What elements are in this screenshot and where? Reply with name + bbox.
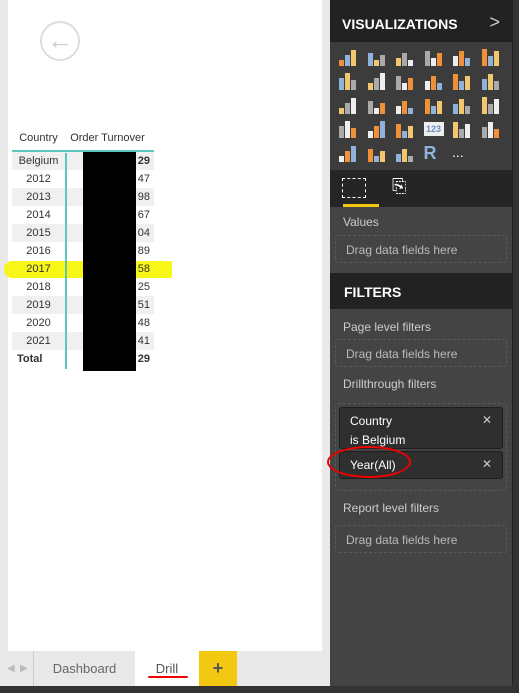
row-label: 2020 (26, 317, 51, 329)
format-paint-roller-icon[interactable]: ⎘ (392, 176, 406, 197)
row-label: 2017 (26, 263, 51, 275)
red-annotation-circle (327, 446, 411, 478)
row-label: 2019 (26, 299, 51, 311)
pane-scrollbar[interactable] (512, 0, 519, 693)
row-label: Belgium (18, 155, 59, 167)
values-label: Values (343, 215, 379, 229)
100-bar-icon[interactable] (452, 48, 472, 66)
waterfall-icon[interactable] (338, 96, 358, 114)
row-label: 2021 (26, 335, 51, 347)
scatter-icon[interactable] (367, 96, 387, 114)
page-tabs-bar: ◀ ▶ Dashboard Drill + (0, 651, 330, 686)
area-icon[interactable] (367, 72, 387, 90)
pie-icon[interactable] (395, 96, 415, 114)
stacked-column-icon[interactable] (367, 48, 387, 66)
page-filters-drop-zone[interactable]: Drag data fields here (335, 339, 507, 367)
back-arrow-icon[interactable]: ← (40, 21, 80, 61)
fields-tab-icon[interactable] (342, 178, 366, 198)
row-label: 2012 (26, 173, 51, 185)
red-underline-annotation (148, 676, 188, 678)
ribbon-icon[interactable] (481, 72, 501, 90)
clustered-bar-icon[interactable] (395, 48, 415, 66)
row-label: 2018 (26, 281, 51, 293)
tab-label: Drill (155, 661, 179, 676)
tab-dashboard[interactable]: Dashboard (33, 651, 135, 686)
matrix-icon[interactable] (395, 144, 415, 162)
add-page-button[interactable]: + (199, 651, 237, 686)
stacked-bar-icon[interactable] (338, 48, 358, 66)
report-filters-label: Report level filters (343, 501, 440, 515)
filters-header: FILTERS (330, 273, 512, 309)
scroll-left-icon[interactable]: ◀ (7, 663, 15, 674)
visualizations-header: VISUALIZATIONS > (330, 0, 512, 42)
row-label: Total (17, 353, 43, 365)
filter-summary: is Belgium (350, 433, 406, 447)
line-column-icon[interactable] (424, 72, 444, 90)
treemap-icon[interactable] (452, 96, 472, 114)
funnel-icon[interactable] (367, 120, 387, 138)
kpi-icon[interactable] (481, 120, 501, 138)
collapse-chevron-icon[interactable]: > (489, 12, 500, 33)
pane-tabs: ⎘ (330, 170, 512, 207)
gauge-icon[interactable] (395, 120, 415, 138)
page-filters-label: Page level filters (343, 320, 432, 334)
row-label: 2014 (26, 209, 51, 221)
row-label: 2016 (26, 245, 51, 257)
filter-card-country[interactable]: Country is Belgium ✕ (339, 407, 503, 449)
slicer-icon[interactable] (338, 144, 358, 162)
row-label: 2015 (26, 227, 51, 239)
column-header-country[interactable]: Country (12, 132, 65, 144)
scroll-right-icon[interactable]: ▶ (20, 663, 28, 674)
redaction-box (83, 152, 136, 371)
more-icon[interactable]: ... (452, 144, 472, 162)
column-divider (65, 153, 67, 369)
line-clustered-icon[interactable] (452, 72, 472, 90)
filled-map-icon[interactable] (338, 120, 358, 138)
multi-row-card-icon[interactable] (452, 120, 472, 138)
map-icon[interactable] (481, 96, 501, 114)
column-header-order-turnover[interactable]: Order Turnover (65, 132, 154, 144)
values-drop-zone[interactable]: Drag data fields here (335, 235, 507, 263)
clustered-column-icon[interactable] (424, 48, 444, 66)
right-pane: VISUALIZATIONS > 123 R... ⎘ Values Drag da… (330, 0, 512, 693)
drillthrough-filters-label: Drillthrough filters (343, 377, 437, 391)
donut-icon[interactable] (424, 96, 444, 114)
visual-gallery: 123 R... (330, 42, 512, 170)
status-bar (0, 686, 519, 693)
r-visual-icon[interactable]: R (424, 144, 444, 162)
active-tab-indicator (343, 204, 379, 207)
stacked-area-icon[interactable] (395, 72, 415, 90)
report-filters-drop-zone[interactable]: Drag data fields here (335, 525, 507, 553)
card-icon[interactable]: 123 (423, 120, 444, 138)
row-label: 2013 (26, 191, 51, 203)
close-icon[interactable]: ✕ (482, 413, 492, 427)
close-icon[interactable]: ✕ (482, 457, 492, 471)
line-icon[interactable] (338, 72, 358, 90)
visualizations-title: VISUALIZATIONS (342, 16, 458, 32)
filter-title: Country (350, 414, 393, 428)
tab-drill[interactable]: Drill (135, 651, 199, 686)
table-icon[interactable] (367, 144, 387, 162)
100-column-icon[interactable] (481, 48, 501, 66)
